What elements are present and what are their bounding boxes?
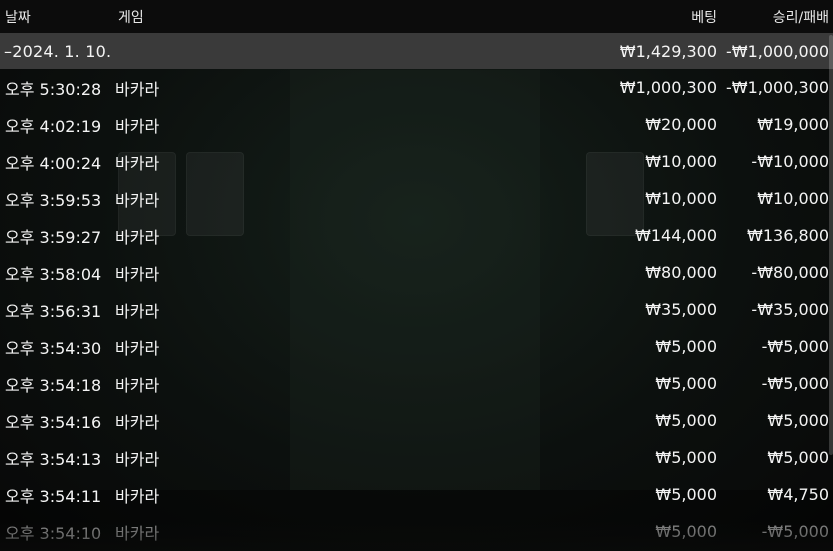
- row-bet: ₩5,000: [655, 411, 717, 430]
- table-row[interactable]: 오후 3:58:04 바카라 ₩80,000 -₩80,000: [0, 254, 833, 291]
- row-result: ₩10,000: [757, 189, 829, 208]
- row-bet: ₩35,000: [645, 300, 717, 319]
- row-time: 오후 3:54:10: [5, 523, 102, 543]
- summary-result: -₩1,000,000: [725, 41, 829, 61]
- table-row[interactable]: 오후 3:59:27 바카라 ₩144,000 ₩136,800: [0, 217, 833, 254]
- row-result: ₩136,800: [747, 226, 829, 245]
- row-time: 오후 3:59:27: [5, 227, 102, 247]
- row-game: 바카라: [115, 227, 160, 247]
- row-bet: ₩5,000: [655, 337, 717, 356]
- row-game: 바카라: [115, 190, 160, 210]
- row-result: -₩80,000: [751, 263, 829, 282]
- row-time: 오후 4:00:24: [5, 153, 102, 173]
- row-bet: ₩5,000: [655, 522, 717, 541]
- row-result: ₩4,750: [767, 485, 829, 504]
- table-row[interactable]: 오후 4:00:24 바카라 ₩10,000 -₩10,000: [0, 143, 833, 180]
- table-row[interactable]: 오후 3:59:53 바카라 ₩10,000 ₩10,000: [0, 180, 833, 217]
- row-result: -₩10,000: [751, 152, 829, 171]
- table-row[interactable]: 오후 5:30:28 바카라 ₩1,000,300 -₩1,000,300: [0, 69, 833, 106]
- row-time: 오후 3:58:04: [5, 264, 102, 284]
- row-result: -₩35,000: [751, 300, 829, 319]
- column-header-date: 날짜: [5, 9, 31, 26]
- row-time: 오후 4:02:19: [5, 116, 102, 136]
- row-bet: ₩80,000: [645, 263, 717, 282]
- row-game: 바카라: [115, 116, 160, 136]
- row-time: 오후 3:59:53: [5, 190, 102, 210]
- row-result: -₩5,000: [761, 337, 829, 356]
- row-game: 바카라: [115, 449, 160, 469]
- row-bet: ₩5,000: [655, 374, 717, 393]
- column-header-bet: 베팅: [691, 9, 717, 26]
- date-summary-row[interactable]: –2024. 1. 10. ₩1,429,300 -₩1,000,000: [0, 33, 833, 69]
- column-header-result: 승리/패배: [772, 9, 829, 26]
- row-bet: ₩1,000,300: [619, 78, 717, 97]
- row-game: 바카라: [115, 375, 160, 395]
- row-result: ₩19,000: [757, 115, 829, 134]
- table-row[interactable]: 오후 3:54:16 바카라 ₩5,000 ₩5,000: [0, 402, 833, 439]
- row-bet: ₩10,000: [645, 189, 717, 208]
- row-bet: ₩5,000: [655, 448, 717, 467]
- row-result: ₩5,000: [767, 448, 829, 467]
- row-time: 오후 3:54:13: [5, 449, 102, 469]
- row-time: 오후 3:56:31: [5, 301, 102, 321]
- bet-history-table: 날짜 게임 베팅 승리/패배 –2024. 1. 10. ₩1,429,300 …: [0, 0, 833, 550]
- row-result: -₩5,000: [761, 522, 829, 541]
- row-result: -₩1,000,300: [725, 78, 829, 97]
- column-header-game: 게임: [118, 9, 144, 26]
- row-game: 바카라: [115, 523, 160, 543]
- table-row[interactable]: 오후 3:54:18 바카라 ₩5,000 -₩5,000: [0, 365, 833, 402]
- table-row[interactable]: 오후 3:56:31 바카라 ₩35,000 -₩35,000: [0, 291, 833, 328]
- row-result: ₩5,000: [767, 411, 829, 430]
- row-game: 바카라: [115, 301, 160, 321]
- row-time: 오후 3:54:30: [5, 338, 102, 358]
- row-game: 바카라: [115, 153, 160, 173]
- row-game: 바카라: [115, 264, 160, 284]
- table-row[interactable]: 오후 3:54:11 바카라 ₩5,000 ₩4,750: [0, 476, 833, 513]
- row-game: 바카라: [115, 338, 160, 358]
- row-bet: ₩144,000: [635, 226, 717, 245]
- summary-date: –2024. 1. 10.: [4, 41, 112, 61]
- row-bet: ₩20,000: [645, 115, 717, 134]
- table-row[interactable]: 오후 3:54:30 바카라 ₩5,000 -₩5,000: [0, 328, 833, 365]
- summary-bet: ₩1,429,300: [619, 41, 717, 61]
- table-row[interactable]: 오후 3:54:10 바카라 ₩5,000 -₩5,000: [0, 513, 833, 550]
- row-time: 오후 3:54:18: [5, 375, 102, 395]
- table-row[interactable]: 오후 4:02:19 바카라 ₩20,000 ₩19,000: [0, 106, 833, 143]
- row-time: 오후 5:30:28: [5, 79, 102, 99]
- row-bet: ₩5,000: [655, 485, 717, 504]
- table-row[interactable]: 오후 3:54:13 바카라 ₩5,000 ₩5,000: [0, 439, 833, 476]
- bet-history-screen: 날짜 게임 베팅 승리/패배 –2024. 1. 10. ₩1,429,300 …: [0, 0, 833, 551]
- row-game: 바카라: [115, 486, 160, 506]
- row-result: -₩5,000: [761, 374, 829, 393]
- row-game: 바카라: [115, 412, 160, 432]
- table-header: 날짜 게임 베팅 승리/패배: [0, 0, 833, 33]
- row-game: 바카라: [115, 79, 160, 99]
- row-bet: ₩10,000: [645, 152, 717, 171]
- scrollbar[interactable]: [829, 35, 833, 455]
- row-time: 오후 3:54:16: [5, 412, 102, 432]
- row-time: 오후 3:54:11: [5, 486, 102, 506]
